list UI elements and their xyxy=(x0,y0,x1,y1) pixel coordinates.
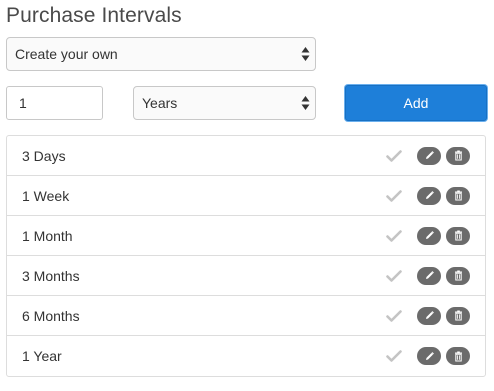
add-button[interactable]: Add xyxy=(345,85,487,121)
row-actions xyxy=(386,226,470,245)
trash-icon xyxy=(454,270,462,281)
row-actions xyxy=(386,266,470,285)
edit-button[interactable] xyxy=(417,226,441,245)
quantity-input[interactable]: 1 xyxy=(6,86,103,120)
edit-button[interactable] xyxy=(417,146,441,165)
trash-icon xyxy=(454,310,462,321)
list-item: 1 Year xyxy=(7,336,485,376)
list-item: 6 Months xyxy=(7,296,485,336)
delete-button[interactable] xyxy=(446,306,470,325)
edit-button[interactable] xyxy=(417,186,441,205)
check-icon[interactable] xyxy=(386,269,402,283)
interval-label: 3 Days xyxy=(22,147,66,164)
pencil-icon xyxy=(425,351,434,360)
interval-unit-select[interactable]: Years xyxy=(133,86,316,120)
check-icon[interactable] xyxy=(386,229,402,243)
list-item: 1 Week xyxy=(7,176,485,216)
list-item: 3 Months xyxy=(7,256,485,296)
updown-arrows-icon xyxy=(301,47,310,61)
quantity-input-value: 1 xyxy=(19,95,27,111)
check-icon[interactable] xyxy=(386,149,402,163)
pencil-icon xyxy=(425,151,434,159)
list-item: 1 Month xyxy=(7,216,485,256)
delete-button[interactable] xyxy=(446,226,470,245)
delete-button[interactable] xyxy=(446,186,470,205)
trash-icon xyxy=(454,190,462,201)
page-title: Purchase Intervals xyxy=(6,4,182,27)
interval-label: 1 Month xyxy=(22,227,73,244)
interval-type-select[interactable]: Create your own xyxy=(6,37,316,71)
interval-list: 3 Days 1 Week 1 Month 3 Months 6 Months … xyxy=(6,135,486,377)
edit-button[interactable] xyxy=(417,306,441,325)
interval-type-select-value: Create your own xyxy=(15,46,118,62)
pencil-icon xyxy=(425,271,434,279)
updown-arrows-icon xyxy=(301,96,310,110)
check-icon[interactable] xyxy=(386,349,402,363)
row-actions xyxy=(386,146,470,165)
delete-button[interactable] xyxy=(446,347,470,365)
pencil-icon xyxy=(425,191,434,199)
interval-label: 1 Week xyxy=(22,187,70,204)
row-actions xyxy=(386,347,470,365)
interval-label: 6 Months xyxy=(22,307,80,324)
delete-button[interactable] xyxy=(446,266,470,285)
check-icon[interactable] xyxy=(386,189,402,203)
pencil-icon xyxy=(425,231,434,239)
delete-button[interactable] xyxy=(446,146,470,165)
pencil-icon xyxy=(425,311,434,319)
row-actions xyxy=(386,306,470,325)
trash-icon xyxy=(454,230,462,241)
check-icon[interactable] xyxy=(386,309,402,323)
interval-label: 1 Year xyxy=(22,348,62,364)
trash-icon xyxy=(454,150,462,161)
interval-unit-select-value: Years xyxy=(142,95,178,111)
edit-button[interactable] xyxy=(417,347,441,365)
edit-button[interactable] xyxy=(417,266,441,285)
row-actions xyxy=(386,186,470,205)
trash-icon xyxy=(454,351,462,361)
list-item: 3 Days xyxy=(7,136,485,176)
interval-label: 3 Months xyxy=(22,267,80,284)
